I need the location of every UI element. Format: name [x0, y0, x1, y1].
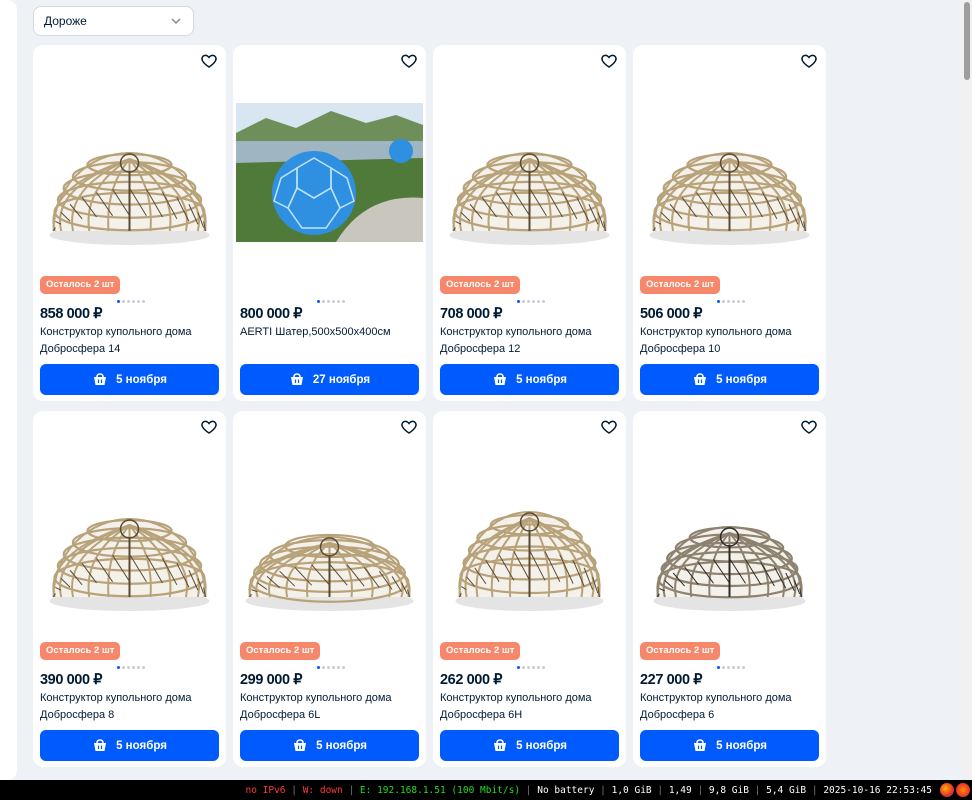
- product-card[interactable]: Осталось 2 шт 390 000 ₽ Конструктор куполь…: [33, 411, 226, 767]
- datetime-status: 2025-10-16 22:53:45: [823, 784, 932, 796]
- product-card[interactable]: Осталось 2 шт 227 000 ₽ Конструктор куполь…: [633, 411, 826, 767]
- product-title[interactable]: Конструктор купольного дома Добросфера 8: [40, 690, 220, 723]
- product-image[interactable]: [236, 431, 423, 643]
- product-title[interactable]: Конструктор купольного дома Добросфера 6…: [240, 690, 420, 723]
- cart-icon: [494, 738, 507, 751]
- left-filter-panel: [0, 0, 17, 780]
- product-image[interactable]: [436, 65, 623, 277]
- stock-badge: Осталось 2 шт: [240, 642, 321, 660]
- product-price: 299 000 ₽: [240, 672, 303, 688]
- disk-status: 1,0 GiB: [611, 784, 652, 796]
- product-price: 708 000 ₽: [440, 306, 503, 322]
- battery-status: No battery: [537, 784, 595, 796]
- add-to-cart-button[interactable]: 27 ноября: [240, 364, 419, 395]
- ipv6-status: no IPv6: [245, 784, 286, 796]
- sort-selected-label: Дороже: [44, 14, 87, 28]
- image-pager-dots[interactable]: [517, 300, 545, 303]
- wifi-status: W: down: [302, 784, 343, 796]
- stock-badge: Осталось 2 шт: [440, 642, 521, 660]
- product-title[interactable]: Конструктор купольного дома Добросфера 6: [640, 690, 820, 723]
- cart-icon: [94, 738, 107, 751]
- cart-icon: [290, 372, 303, 385]
- product-image[interactable]: [36, 65, 223, 277]
- cart-icon: [94, 372, 107, 385]
- product-grid: Осталось 2 шт 858 000 ₽ Конструктор куполь…: [33, 45, 826, 767]
- image-pager-dots[interactable]: [117, 666, 145, 669]
- product-card[interactable]: 800 000 ₽ AERTI Шатер,500x500x400см 27 ноя…: [233, 45, 426, 401]
- image-pager-dots[interactable]: [117, 300, 145, 303]
- product-price: 262 000 ₽: [440, 672, 503, 688]
- memory-status: 9,8 GiB: [708, 784, 749, 796]
- add-to-cart-button[interactable]: 5 ноября: [40, 364, 219, 395]
- image-pager-dots[interactable]: [317, 300, 345, 303]
- product-title[interactable]: Конструктор купольного дома Добросфера 1…: [440, 324, 620, 357]
- add-to-cart-button[interactable]: 5 ноября: [640, 364, 819, 395]
- stock-badge: Осталось 2 шт: [640, 276, 721, 294]
- cart-icon: [294, 738, 307, 751]
- add-to-cart-button[interactable]: 5 ноября: [440, 730, 619, 761]
- stock-badge: Осталось 2 шт: [40, 276, 121, 294]
- product-price: 390 000 ₽: [40, 672, 103, 688]
- product-title[interactable]: Конструктор купольного дома Добросфера 6…: [440, 690, 620, 723]
- product-price: 227 000 ₽: [640, 672, 703, 688]
- load-status: 1,49: [668, 784, 692, 796]
- app-tray-icon[interactable]: [956, 783, 970, 797]
- add-to-cart-button[interactable]: 5 ноября: [440, 364, 619, 395]
- delivery-date: 5 ноября: [716, 373, 767, 386]
- swap-status: 5,4 GiB: [766, 784, 807, 796]
- product-image[interactable]: [636, 431, 823, 643]
- product-price: 858 000 ₽: [40, 306, 103, 322]
- product-title[interactable]: Конструктор купольного дома Добросфера 1…: [640, 324, 820, 357]
- product-card[interactable]: Осталось 2 шт 858 000 ₽ Конструктор куполь…: [33, 45, 226, 401]
- scrollbar-thumb[interactable]: [964, 2, 970, 80]
- product-card[interactable]: Осталось 2 шт 708 000 ₽ Конструктор куполь…: [433, 45, 626, 401]
- add-to-cart-button[interactable]: 5 ноября: [240, 730, 419, 761]
- product-title[interactable]: AERTI Шатер,500x500x400см: [240, 324, 420, 341]
- product-card[interactable]: Осталось 2 шт 262 000 ₽ Конструктор куполь…: [433, 411, 626, 767]
- delivery-date: 5 ноября: [516, 739, 567, 752]
- product-price: 800 000 ₽: [240, 306, 303, 322]
- delivery-date: 27 ноября: [312, 373, 371, 386]
- image-pager-dots[interactable]: [517, 666, 545, 669]
- stock-badge: Осталось 2 шт: [440, 276, 521, 294]
- delivery-date: 5 ноября: [716, 739, 767, 752]
- delivery-date: 5 ноября: [316, 739, 367, 752]
- image-pager-dots[interactable]: [717, 666, 745, 669]
- scrollbar[interactable]: [962, 0, 972, 780]
- delivery-date: 5 ноября: [116, 373, 167, 386]
- add-to-cart-button[interactable]: 5 ноября: [640, 730, 819, 761]
- stock-badge: Осталось 2 шт: [40, 642, 121, 660]
- heart-icon[interactable]: [400, 52, 418, 70]
- product-image[interactable]: [236, 103, 423, 242]
- product-image[interactable]: [636, 65, 823, 277]
- product-card[interactable]: Осталось 2 шт 506 000 ₽ Конструктор куполь…: [633, 45, 826, 401]
- delivery-date: 5 ноября: [516, 373, 567, 386]
- product-image[interactable]: [436, 431, 623, 643]
- delivery-date: 5 ноября: [116, 739, 167, 752]
- product-card[interactable]: Осталось 2 шт 299 000 ₽ Конструктор куполь…: [233, 411, 426, 767]
- stock-badge: Осталось 2 шт: [640, 642, 721, 660]
- product-image[interactable]: [36, 431, 223, 643]
- image-pager-dots[interactable]: [317, 666, 345, 669]
- add-to-cart-button[interactable]: 5 ноября: [40, 730, 219, 761]
- system-tray: [940, 783, 970, 797]
- cart-icon: [694, 372, 707, 385]
- sort-dropdown[interactable]: Дороже: [33, 6, 194, 36]
- firefox-tray-icon[interactable]: [940, 783, 954, 797]
- system-status-bar: no IPv6 | W: down | E: 192.168.1.51 (100…: [0, 780, 972, 800]
- product-title[interactable]: Конструктор купольного дома Добросфера 1…: [40, 324, 220, 357]
- product-price: 506 000 ₽: [640, 306, 703, 322]
- ethernet-status: E: 192.168.1.51 (100 Mbit/s): [359, 784, 521, 796]
- cart-icon: [694, 738, 707, 751]
- image-pager-dots[interactable]: [717, 300, 745, 303]
- chevron-down-icon: [171, 18, 181, 25]
- cart-icon: [494, 372, 507, 385]
